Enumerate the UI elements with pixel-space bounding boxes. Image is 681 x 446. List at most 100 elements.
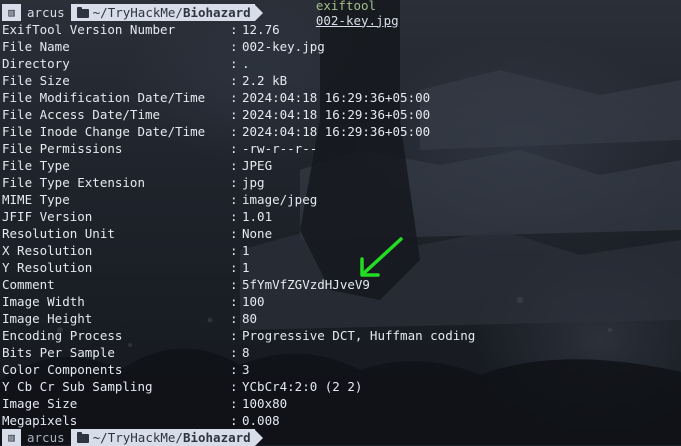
exif-separator: : (230, 260, 238, 275)
exif-value: None (242, 226, 273, 241)
annotation-arrow-icon (360, 237, 403, 277)
exif-value: 2024:04:18 16:29:36+05:00 (242, 90, 431, 105)
prompt-path: ~/TryHackMe/Biohazard (70, 4, 255, 21)
prompt-line-bottom[interactable]: ▥ arcus ~/TryHackMe/Biohazard (0, 429, 681, 446)
exif-row: File Inode Change Date/Time:2024:04:18 1… (0, 123, 681, 140)
exif-key: Image Size (2, 396, 78, 411)
exif-separator: : (230, 413, 238, 428)
exif-value: 100x80 (242, 396, 288, 411)
exif-separator: : (230, 311, 238, 326)
exif-separator: : (230, 56, 238, 71)
exif-key: Comment (2, 277, 55, 292)
exif-separator: : (230, 90, 238, 105)
exif-separator: : (230, 158, 238, 173)
exif-separator: : (230, 22, 238, 37)
folder-icon (76, 7, 89, 18)
exif-output: ExifTool Version Number:12.76 File Name:0… (0, 21, 681, 429)
exif-row: Y Cb Cr Sub Sampling: YCbCr4:2:0 (2 2) (0, 378, 681, 395)
exif-row: File Modification Date/Time:2024:04:18 1… (0, 89, 681, 106)
exif-row: Encoding Process: Progressive DCT, Huffma… (0, 327, 681, 344)
prompt-path-prefix: ~/TryHackMe/ (92, 430, 183, 445)
exif-separator: : (230, 107, 238, 122)
exif-separator: : (230, 345, 238, 360)
exif-separator: : (230, 362, 238, 377)
exif-value: 12.76 (242, 22, 280, 37)
exif-row: Bits Per Sample:8 (0, 344, 681, 361)
exif-value: 002-key.jpg (242, 39, 325, 54)
exif-separator: : (230, 209, 238, 224)
prompt-path-dir: Biohazard (182, 430, 251, 445)
prompt-path: ~/TryHackMe/Biohazard (70, 429, 255, 446)
exif-row: File Type Extension: jpg (0, 174, 681, 191)
exif-separator: : (230, 277, 238, 292)
exif-value: 8 (242, 345, 250, 360)
exif-row: Megapixels:0.008 (0, 412, 681, 429)
command-argument: 002-key.jpg (315, 12, 399, 28)
exif-separator: : (230, 124, 238, 139)
exif-key: Image Height (2, 311, 93, 326)
exif-value: 0.008 (242, 413, 280, 428)
prompt-path-dir: Biohazard (182, 5, 251, 20)
exif-key: File Modification Date/Time (2, 90, 206, 105)
exif-key: File Size (2, 73, 70, 88)
exif-value: 1.01 (242, 209, 273, 224)
exif-value: jpg (242, 175, 265, 190)
exif-key: File Type (2, 158, 70, 173)
exif-separator: : (230, 328, 238, 343)
prompt-line-top: ▥ arcus ~/TryHackMe/Biohazard exiftool 0… (0, 0, 681, 28)
exif-row: Comment:5fYmVfZGVzdHJveV9 (0, 276, 681, 293)
exif-value: 5fYmVfZGVzdHJveV9 (242, 277, 370, 292)
exif-row: Image Height:80 (0, 310, 681, 327)
exif-key: Bits Per Sample (2, 345, 115, 360)
exif-row: Directory:. (0, 55, 681, 72)
prompt-user: arcus (27, 430, 65, 445)
exif-value: YCbCr4:2:0 (2 2) (242, 379, 363, 394)
prompt-separator-icon (254, 4, 263, 21)
exif-value: 2024:04:18 16:29:36+05:00 (242, 107, 431, 122)
exif-value: 3 (242, 362, 250, 377)
exif-value: . (242, 56, 250, 71)
exif-value: JPEG (242, 158, 273, 173)
prompt-separator-icon (254, 429, 263, 446)
prompt-user: arcus (27, 5, 65, 20)
exif-value: 2.2 kB (242, 73, 288, 88)
exif-value: -rw-r--r-- (242, 141, 318, 156)
exif-key: File Permissions (2, 141, 123, 156)
exif-key: Directory (2, 56, 70, 71)
exif-value: 1 (242, 260, 250, 275)
exif-key: Megapixels (2, 413, 78, 428)
exif-key: File Access Date/Time (2, 107, 161, 122)
exif-key: Color Components (2, 362, 123, 377)
exif-row: File Size:2.2 kB (0, 72, 681, 89)
exif-key: Y Resolution (2, 260, 93, 275)
prompt-command: exiftool 002-key.jpg (271, 0, 399, 43)
exif-value: image/jpeg (242, 192, 318, 207)
terminal-window[interactable]: ▥ arcus ~/TryHackMe/Biohazard exiftool 0… (0, 0, 681, 446)
exif-key: X Resolution (2, 243, 93, 258)
exif-row: Y Resolution:1 (0, 259, 681, 276)
exif-key: File Type Extension (2, 175, 145, 190)
exif-key: File Inode Change Date/Time (2, 124, 206, 139)
exif-row: Image Size:100x80 (0, 395, 681, 412)
exif-separator: : (230, 243, 238, 258)
exif-row: File Permissions: -rw-r--r-- (0, 140, 681, 157)
exif-key: File Name (2, 39, 70, 54)
exif-separator: : (230, 379, 238, 394)
exif-row: Resolution Unit: None (0, 225, 681, 242)
exif-separator: : (230, 226, 238, 241)
exif-value: Progressive DCT, Huffman coding (242, 328, 476, 343)
exif-row: Color Components:3 (0, 361, 681, 378)
exif-separator: : (230, 396, 238, 411)
exif-key: ExifTool Version Number (2, 22, 176, 37)
exif-key: MIME Type (2, 192, 70, 207)
exif-separator: : (230, 39, 238, 54)
exif-row: MIME Type: image/jpeg (0, 191, 681, 208)
exif-value: 1 (242, 243, 250, 258)
exif-row: JFIF Version:1.01 (0, 208, 681, 225)
exif-key: Resolution Unit (2, 226, 115, 241)
folder-icon (76, 432, 89, 443)
exif-value: 80 (242, 311, 258, 326)
os-logo-icon: ▥ (2, 4, 21, 21)
exif-row: X Resolution:1 (0, 242, 681, 259)
exif-row: Image Width:100 (0, 293, 681, 310)
